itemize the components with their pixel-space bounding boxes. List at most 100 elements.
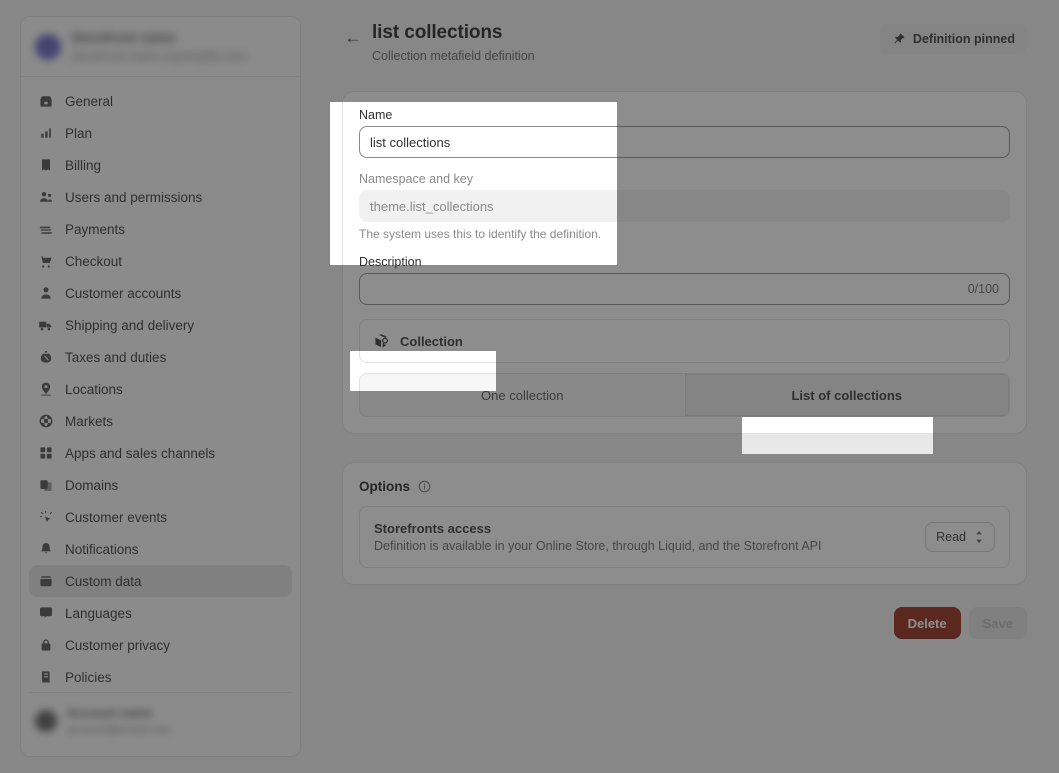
- settings-sidebar: Storefront name storefront-name.myshopif…: [20, 16, 301, 757]
- definition-pinned-button[interactable]: Definition pinned: [879, 24, 1027, 54]
- app-root: Storefront name storefront-name.myshopif…: [0, 0, 1059, 773]
- sidebar-item-label: Notifications: [65, 541, 139, 557]
- back-arrow-icon[interactable]: ←: [342, 26, 364, 48]
- type-field-group: Collection One collection List of collec…: [359, 319, 1010, 417]
- select-value: Read: [936, 530, 966, 544]
- sidebar-item-label: Payments: [65, 221, 126, 237]
- sidebar-item-languages[interactable]: Languages: [29, 597, 292, 629]
- sidebar-item-domains[interactable]: Domains: [29, 469, 292, 501]
- form-actions: Delete Save: [342, 607, 1027, 639]
- receipt-icon: [37, 156, 55, 174]
- option-description: Definition is available in your Online S…: [374, 539, 822, 553]
- sidebar-item-users-and-permissions[interactable]: Users and permissions: [29, 181, 292, 213]
- sidebar-item-customer-accounts[interactable]: Customer accounts: [29, 277, 292, 309]
- store-name: Storefront name: [71, 30, 176, 45]
- namespace-help-text: The system uses this to identify the def…: [359, 227, 602, 241]
- sidebar-item-label: Taxes and duties: [65, 349, 167, 365]
- truck-icon: [37, 316, 55, 334]
- page-title: list collections: [372, 22, 503, 43]
- sidebar-item-label: Customer events: [65, 509, 168, 525]
- sidebar-item-label: Languages: [65, 605, 132, 621]
- name-label: Name: [359, 108, 393, 122]
- sidebar-item-general[interactable]: General: [29, 85, 292, 117]
- pin-icon: [894, 33, 905, 44]
- page-subtitle: Collection metafield definition: [372, 49, 535, 63]
- account-footer[interactable]: Account name account@email.com: [29, 692, 292, 748]
- account-name: Account name: [67, 705, 154, 720]
- delete-button[interactable]: Delete: [893, 607, 961, 639]
- sidebar-item-billing[interactable]: Billing: [29, 149, 292, 181]
- sidebar-item-customer-privacy[interactable]: Customer privacy: [29, 629, 292, 661]
- description-input[interactable]: 0/100: [359, 273, 1010, 305]
- sidebar-item-plan[interactable]: Plan: [29, 117, 292, 149]
- sidebar-item-label: Plan: [65, 125, 93, 141]
- chart-icon: [37, 124, 55, 142]
- settings-nav: General Plan Billing Users and permissio…: [21, 77, 300, 692]
- storefronts-access-select[interactable]: Read: [925, 522, 995, 552]
- sidebar-item-checkout[interactable]: Checkout: [29, 245, 292, 277]
- namespace-label: Namespace and key: [359, 172, 473, 186]
- translate-icon: [37, 604, 55, 622]
- options-heading: Options: [359, 479, 1010, 494]
- sidebar-item-payments[interactable]: Payments: [29, 213, 292, 245]
- sidebar-item-label: Custom data: [65, 573, 142, 589]
- store-avatar: [35, 33, 61, 60]
- sidebar-item-label: Domains: [65, 477, 119, 493]
- custom-data-icon: [37, 572, 55, 590]
- sidebar-item-label: Markets: [65, 413, 114, 429]
- lock-icon: [37, 636, 55, 654]
- cart-icon: [37, 252, 55, 270]
- sidebar-item-label: Customer accounts: [65, 285, 182, 301]
- metafield-type-label: Collection: [400, 333, 463, 349]
- namespace-input[interactable]: theme.list_collections: [359, 190, 1010, 222]
- location-pin-icon: [37, 380, 55, 398]
- options-card: Options Storefronts access Definition is…: [342, 462, 1027, 585]
- info-icon: [418, 480, 431, 493]
- option-name: Storefronts access: [374, 521, 492, 536]
- sidebar-item-taxes-and-duties[interactable]: Taxes and duties: [29, 341, 292, 373]
- name-input[interactable]: list collections: [359, 126, 1010, 158]
- list-toggle-segmented-control: One collection List of collections: [359, 373, 1010, 417]
- sidebar-item-markets[interactable]: Markets: [29, 405, 292, 437]
- sidebar-item-customer-events[interactable]: Customer events: [29, 501, 292, 533]
- cursor-click-icon: [37, 508, 55, 526]
- store-url: storefront-name.myshopify.com: [71, 49, 247, 63]
- sidebar-item-notifications[interactable]: Notifications: [29, 533, 292, 565]
- description-counter: 0/100: [967, 282, 999, 296]
- description-label: Description: [359, 255, 422, 269]
- store-icon: [37, 92, 55, 110]
- sidebar-item-custom-data[interactable]: Custom data: [29, 565, 292, 597]
- sidebar-item-label: Customer privacy: [65, 637, 171, 653]
- sidebar-item-label: General: [65, 93, 114, 109]
- taxes-icon: [37, 348, 55, 366]
- payments-icon: [37, 220, 55, 238]
- collection-icon: [375, 334, 389, 348]
- sidebar-item-shipping-and-delivery[interactable]: Shipping and delivery: [29, 309, 292, 341]
- sidebar-item-locations[interactable]: Locations: [29, 373, 292, 405]
- bell-icon: [37, 540, 55, 558]
- sidebar-item-apps-and-sales-channels[interactable]: Apps and sales channels: [29, 437, 292, 469]
- domains-icon: [37, 476, 55, 494]
- chevron-updown-icon: [976, 530, 982, 544]
- definition-card: Name list collections Namespace and key …: [342, 91, 1027, 434]
- sidebar-item-label: Billing: [65, 157, 102, 173]
- options-title-text: Options: [359, 479, 410, 494]
- sidebar-item-label: Apps and sales channels: [65, 445, 216, 461]
- sidebar-item-label: Policies: [65, 669, 112, 685]
- page-header: ← list collections Collection metafield …: [310, 0, 1059, 63]
- sidebar-item-policies[interactable]: Policies: [29, 661, 292, 692]
- sidebar-item-label: Locations: [65, 381, 123, 397]
- sidebar-item-label: Checkout: [65, 253, 123, 269]
- metafield-type-row[interactable]: Collection: [359, 319, 1010, 363]
- pin-button-label: Definition pinned: [912, 32, 1015, 46]
- segment-one-collection[interactable]: One collection: [360, 374, 685, 416]
- segment-list-of-collections[interactable]: List of collections: [684, 374, 1009, 416]
- description-field-group: Description 0/100: [359, 255, 1010, 305]
- app-content: Storefront name storefront-name.myshopif…: [0, 0, 1059, 773]
- save-button: Save: [968, 607, 1027, 639]
- users-icon: [37, 188, 55, 206]
- main-panel: ← list collections Collection metafield …: [310, 0, 1059, 773]
- sidebar-item-label: Users and permissions: [65, 189, 203, 205]
- avatar: [35, 709, 57, 732]
- store-header[interactable]: Storefront name storefront-name.myshopif…: [21, 17, 300, 77]
